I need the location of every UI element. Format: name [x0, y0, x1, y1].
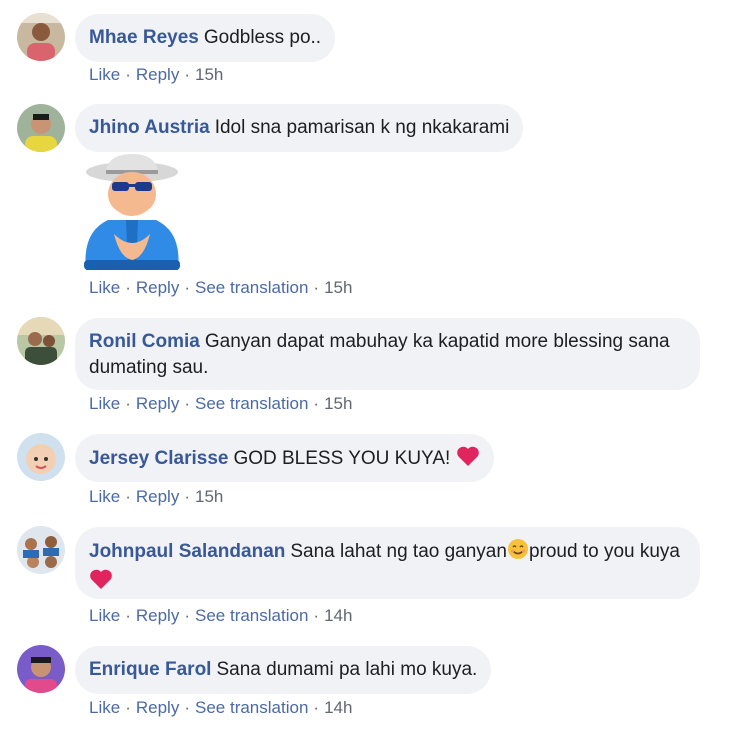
comment-actions: Like · Reply · See translation · 14h — [89, 697, 352, 719]
comment-author[interactable]: Jersey Clarisse — [89, 448, 228, 469]
like-link[interactable]: Like — [89, 606, 120, 625]
comment-bubble: Jhino Austria Idol sna pamarisan k ng nka… — [75, 104, 524, 152]
avatar[interactable] — [17, 526, 65, 574]
comment-bubble: Jersey Clarisse GOD BLESS YOU KUYA! — [75, 434, 494, 482]
comment-author[interactable]: Mhae Reyes — [89, 27, 199, 48]
timestamp[interactable]: 15h — [324, 394, 352, 413]
comment-actions: Like · Reply · 15h — [89, 64, 223, 86]
comment-author[interactable]: Johnpaul Salandanan — [89, 541, 285, 562]
separator: · — [184, 278, 190, 297]
like-link[interactable]: Like — [89, 487, 120, 506]
separator: · — [125, 278, 131, 297]
clapping-old-man-sticker — [78, 152, 186, 272]
timestamp[interactable]: 15h — [195, 487, 223, 506]
separator: · — [313, 278, 320, 297]
comment-text: Godbless po.. — [203, 27, 322, 48]
separator: · — [125, 394, 131, 413]
separator: · — [184, 606, 190, 625]
avatar[interactable] — [17, 13, 65, 61]
comment-actions: Like · Reply · See translation · 14h — [89, 605, 352, 627]
comment-author[interactable]: Jhino Austria — [89, 117, 210, 138]
red-heart-icon — [89, 568, 113, 598]
comment-actions: Like · Reply · See translation · 15h — [89, 393, 352, 415]
separator: · — [125, 606, 131, 625]
comment-actions: Like · Reply · See translation · 15h — [89, 277, 352, 299]
timestamp[interactable]: 15h — [324, 278, 352, 297]
see-translation-link[interactable]: See translation — [195, 278, 308, 297]
separator: · — [184, 698, 190, 717]
reply-link[interactable]: Reply — [136, 487, 179, 506]
like-link[interactable]: Like — [89, 394, 120, 413]
separator: · — [313, 394, 320, 413]
timestamp[interactable]: 15h — [195, 65, 223, 84]
separator: · — [184, 65, 190, 84]
separator: · — [313, 606, 320, 625]
reply-link[interactable]: Reply — [136, 278, 179, 297]
separator: · — [184, 394, 190, 413]
avatar[interactable] — [17, 317, 65, 365]
timestamp[interactable]: 14h — [324, 606, 352, 625]
like-link[interactable]: Like — [89, 698, 120, 717]
red-heart-icon — [456, 445, 480, 475]
comment-text: Idol sna pamarisan k ng nkakarami — [214, 117, 510, 138]
smiling-face-icon — [507, 538, 529, 568]
separator: · — [125, 487, 131, 506]
avatar[interactable] — [17, 104, 65, 152]
separator: · — [184, 487, 190, 506]
comment-text: proud to you kuya — [528, 541, 680, 562]
see-translation-link[interactable]: See translation — [195, 698, 308, 717]
comment-text: Sana dumami pa lahi mo kuya. — [216, 659, 478, 680]
separator: · — [125, 698, 131, 717]
comment-text: Sana lahat ng tao ganyan — [290, 541, 507, 562]
timestamp[interactable]: 14h — [324, 698, 352, 717]
comment-bubble: Ronil Comia Ganyan dapat mabuhay ka kapat… — [75, 318, 700, 390]
separator: · — [313, 698, 320, 717]
like-link[interactable]: Like — [89, 65, 120, 84]
comment-bubble: Mhae Reyes Godbless po.. — [75, 14, 336, 62]
reply-link[interactable]: Reply — [136, 698, 179, 717]
comment-actions: Like · Reply · 15h — [89, 486, 223, 508]
reply-link[interactable]: Reply — [136, 65, 179, 84]
see-translation-link[interactable]: See translation — [195, 606, 308, 625]
comment-author[interactable]: Enrique Farol — [89, 659, 211, 680]
reply-link[interactable]: Reply — [136, 394, 179, 413]
avatar[interactable] — [17, 645, 65, 693]
comment-author[interactable]: Ronil Comia — [89, 331, 200, 352]
like-link[interactable]: Like — [89, 278, 120, 297]
avatar[interactable] — [17, 433, 65, 481]
comment-bubble: Enrique Farol Sana dumami pa lahi mo kuya… — [75, 646, 492, 694]
reply-link[interactable]: Reply — [136, 606, 179, 625]
comment-bubble: Johnpaul Salandanan Sana lahat ng tao gan… — [75, 527, 700, 599]
separator: · — [125, 65, 131, 84]
comment-text: GOD BLESS YOU KUYA! — [233, 448, 451, 469]
see-translation-link[interactable]: See translation — [195, 394, 308, 413]
